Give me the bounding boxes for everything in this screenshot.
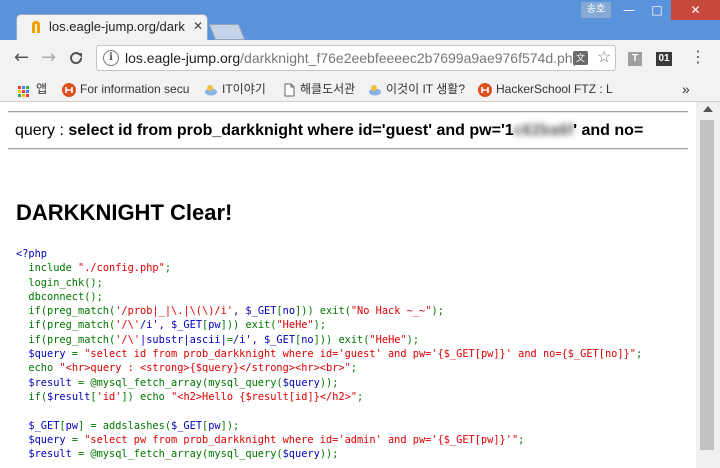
code-line: $query = "select pw from prob_darkknight… <box>16 433 525 446</box>
bookmarks-bar: 앱 For information secu IT이야기 해클도서관 이것이 I… <box>0 76 720 102</box>
title-bar: 송호 — □ ✕ los.eagle-jump.org/dark ✕ <box>0 0 720 40</box>
cloud-icon <box>205 84 217 96</box>
translate-icon[interactable]: 文 <box>573 51 588 65</box>
query-redacted-password: c62ba6f <box>513 122 574 139</box>
tab-close-icon[interactable]: ✕ <box>193 19 203 33</box>
divider <box>8 148 688 150</box>
code-line: $result = @mysql_fetch_array(mysql_query… <box>16 376 339 389</box>
bookmark-item-1[interactable]: For information secu <box>62 80 189 98</box>
url-path: /darkknight_f76e2eebfeeeec2b7699a9ae976f… <box>240 50 589 66</box>
clear-heading: DARKKNIGHT Clear! <box>16 200 233 225</box>
bookmark-label: 해클도서관 <box>300 82 356 96</box>
code-line: include "./config.php"; <box>28 262 172 275</box>
cloud-icon <box>369 84 381 96</box>
code-line: $_GET[pw] = addslashes($_GET[pw]); <box>16 419 240 432</box>
profile-button[interactable]: 송호 <box>581 2 611 18</box>
bookmark-label: 이것이 IT 생활? <box>386 82 465 96</box>
tab-active[interactable]: los.eagle-jump.org/dark ✕ <box>16 14 208 40</box>
browser-toolbar: ← → i los.eagle-jump.org/darkknight_f76e… <box>0 40 720 76</box>
query-prefix: query : <box>15 122 69 139</box>
tab-title: los.eagle-jump.org/dark <box>49 19 185 34</box>
menu-icon[interactable]: ⋮ <box>690 49 706 67</box>
bookmark-item-4[interactable]: 이것이 IT 생활? <box>368 80 465 98</box>
vertical-scrollbar[interactable] <box>696 102 720 468</box>
new-tab-button[interactable] <box>208 24 246 40</box>
source-code: <?php include "./config.php"; login_chk(… <box>16 247 642 461</box>
back-button[interactable]: ← <box>14 48 29 68</box>
hackerschool-icon <box>62 82 76 97</box>
code-line: login_chk(); <box>28 276 103 289</box>
bookmark-item-2[interactable]: IT이야기 <box>204 80 266 98</box>
bookmark-label: For information secu <box>80 82 190 96</box>
code-line: $result = @mysql_fetch_array(mysql_query… <box>16 448 339 461</box>
bookmark-apps-label: 앱 <box>36 82 48 96</box>
url-text[interactable]: los.eagle-jump.org/darkknight_f76e2eebfe… <box>125 50 588 66</box>
address-bar[interactable]: i los.eagle-jump.org/darkknight_f76e2eeb… <box>96 45 616 71</box>
url-host: los.eagle-jump.org <box>125 50 241 66</box>
apps-icon <box>18 85 30 98</box>
query-sql-suffix: ' and no= <box>573 122 644 139</box>
extension-t-icon[interactable]: T <box>628 52 642 66</box>
query-sql: select id from prob_darkknight where id=… <box>68 122 643 139</box>
divider <box>8 111 688 113</box>
query-text: query : select id from prob_darkknight w… <box>15 122 643 140</box>
code-line: $query = "select id from prob_darkknight… <box>16 348 643 361</box>
extension-01-icon[interactable]: 01 <box>656 52 672 66</box>
close-window-button[interactable]: ✕ <box>671 0 720 20</box>
maximize-button[interactable]: □ <box>643 0 671 20</box>
bookmark-apps[interactable]: 앱 <box>18 80 47 98</box>
bookmarks-overflow-button[interactable]: » <box>682 80 690 98</box>
forward-button[interactable]: → <box>41 48 56 68</box>
scroll-thumb[interactable] <box>700 120 714 450</box>
bookmark-item-3[interactable]: 해클도서관 <box>282 80 355 98</box>
code-line: if($result['id']) echo "<h2>Hello {$resu… <box>28 390 364 403</box>
code-line: dbconnect(); <box>28 290 103 303</box>
hackerschool-icon <box>478 82 492 97</box>
query-sql-text: select id from prob_darkknight where id=… <box>68 122 514 139</box>
reload-icon[interactable] <box>68 50 84 66</box>
page-content: query : select id from prob_darkknight w… <box>0 102 696 468</box>
code-line: if(preg_match('/\'/i', $_GET[pw])) exit(… <box>28 319 327 332</box>
bookmark-label: IT이야기 <box>222 82 266 96</box>
info-icon[interactable]: i <box>103 50 119 66</box>
bookmark-star-icon[interactable]: ☆ <box>597 47 611 67</box>
code-line: echo "<hr>query : <strong>{$query}</stro… <box>28 362 357 375</box>
favicon-icon <box>32 21 40 33</box>
code-line: if(preg_match('/\'|substr|ascii|=/i', $_… <box>28 333 420 346</box>
scroll-up-arrow-icon[interactable] <box>703 106 713 112</box>
minimize-button[interactable]: — <box>615 0 643 20</box>
document-icon <box>284 83 295 97</box>
bookmark-item-5[interactable]: HackerSchool FTZ : L <box>478 80 668 98</box>
code-line: if(preg_match('/prob|_|\.|\(\)/i', $_GET… <box>28 305 444 318</box>
code-line: <?php <box>16 248 47 260</box>
bookmark-label: HackerSchool FTZ : L <box>496 82 613 96</box>
